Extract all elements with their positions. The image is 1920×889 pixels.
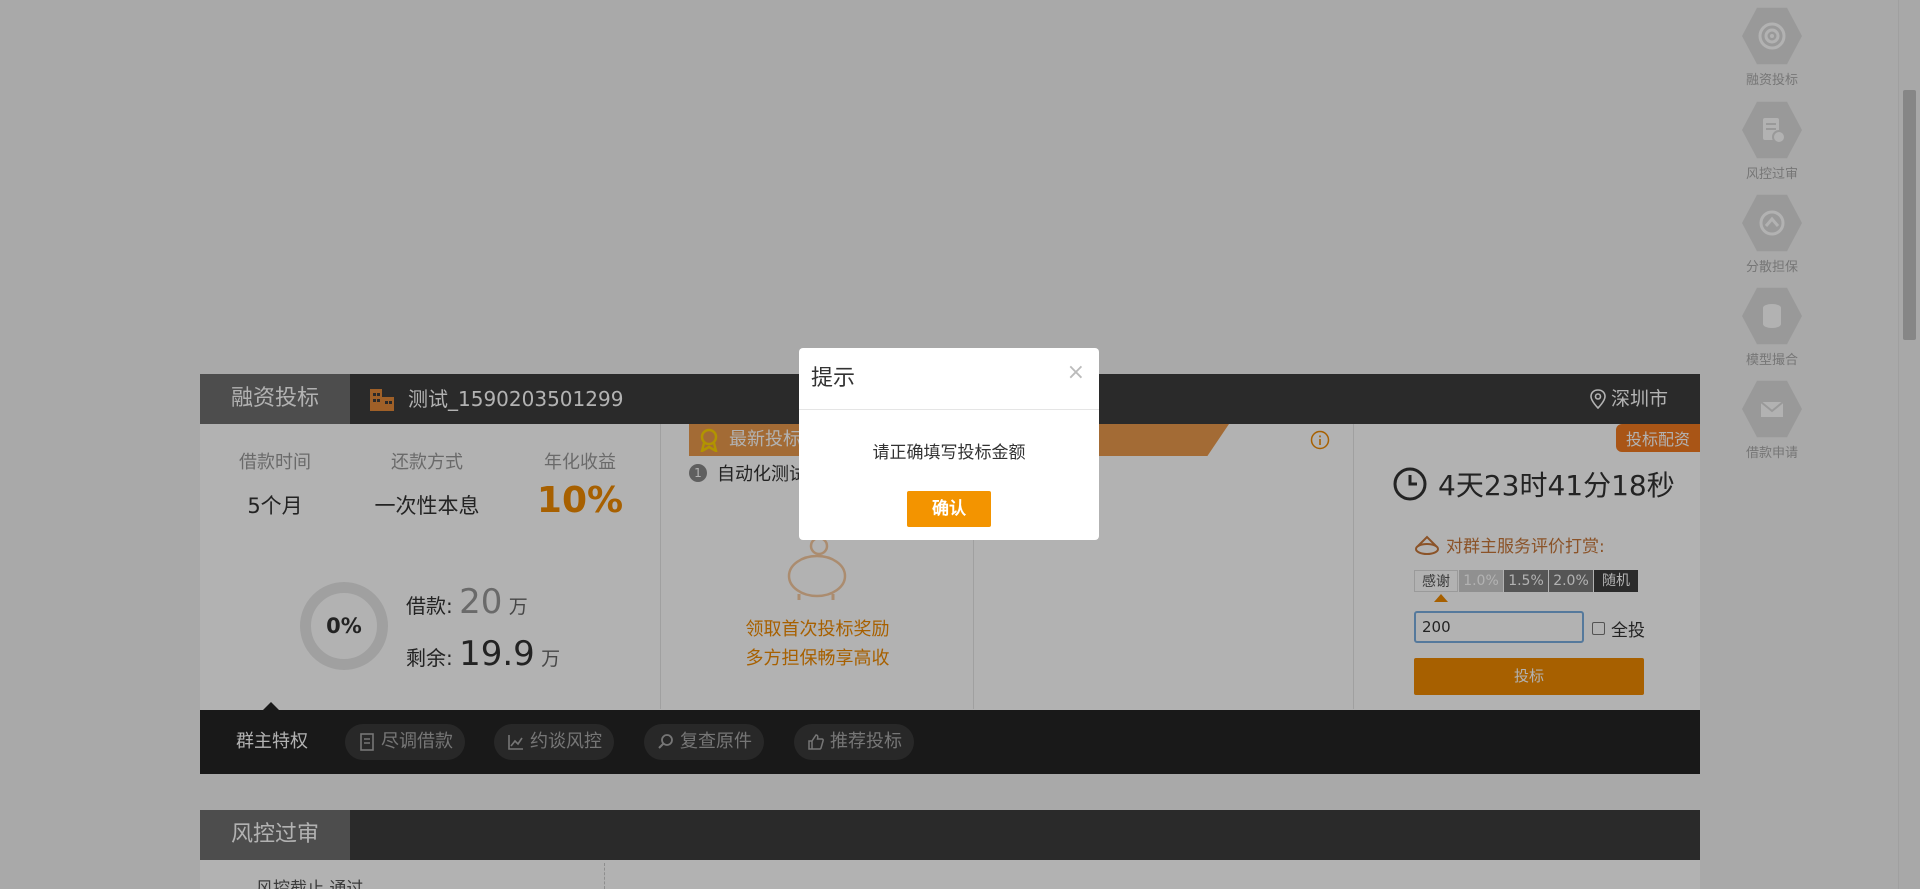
alert-dialog: 提示 × 请正确填写投标金额 确认 (799, 348, 1099, 540)
confirm-button[interactable]: 确认 (907, 491, 991, 527)
dialog-message: 请正确填写投标金额 (872, 443, 1026, 463)
close-icon[interactable]: × (1067, 362, 1085, 384)
dialog-title: 提示 (799, 348, 1099, 410)
